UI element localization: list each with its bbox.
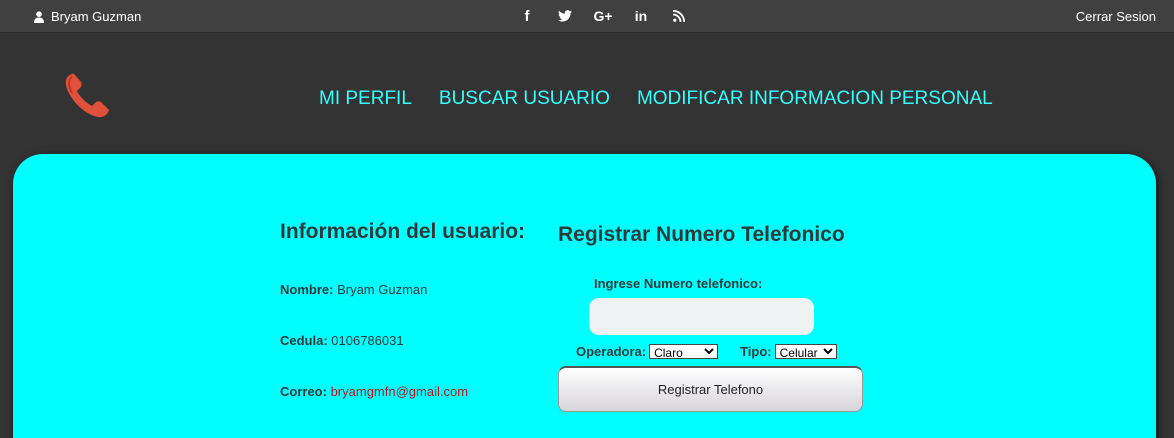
cedula-row: Cedula: 0106786031 — [280, 333, 404, 348]
correo-value[interactable]: bryamgmfn@gmail.com — [331, 384, 468, 399]
social-links: f G+ in — [508, 7, 698, 25]
phone-number-input[interactable] — [589, 298, 814, 335]
register-phone-title: Registrar Numero Telefonico — [558, 223, 845, 246]
operadora-label: Operadora: — [576, 344, 647, 359]
cedula-value: 0106786031 — [331, 333, 404, 348]
name-row: Nombre: Bryam Guzman — [280, 282, 427, 297]
google-plus-icon[interactable]: G+ — [584, 7, 622, 25]
register-phone-button[interactable]: Registrar Telefono — [558, 366, 863, 412]
nav-modificar-informacion[interactable]: MODIFICAR INFORMACION PERSONAL — [637, 88, 993, 110]
user-info-title: Información del usuario: — [280, 220, 526, 243]
logout-link[interactable]: Cerrar Sesion — [1076, 9, 1156, 24]
phone-icon — [60, 71, 112, 126]
tipo-label: Tipo: — [740, 344, 772, 359]
facebook-icon[interactable]: f — [508, 7, 546, 25]
user-info: Bryam Guzman — [34, 9, 141, 24]
user-name: Bryam Guzman — [51, 9, 142, 24]
header: MI PERFIL BUSCAR USUARIO MODIFICAR INFOR… — [0, 33, 1174, 154]
main-panel: Información del usuario: Nombre: Bryam G… — [13, 154, 1156, 438]
operator-type-row: Operadora: Claro Tipo: Celular — [576, 344, 837, 359]
correo-row: Correo: bryamgmfn@gmail.com — [280, 384, 468, 399]
top-bar: Bryam Guzman f G+ in Cerrar Sesion — [0, 0, 1174, 33]
main-nav: MI PERFIL BUSCAR USUARIO MODIFICAR INFOR… — [319, 88, 1020, 110]
name-value: Bryam Guzman — [337, 282, 428, 297]
user-icon — [34, 10, 44, 23]
operadora-select[interactable]: Claro — [649, 344, 719, 359]
tipo-select[interactable]: Celular — [774, 344, 837, 359]
rss-icon[interactable] — [660, 7, 698, 25]
phone-input-label: Ingrese Numero telefonico: — [594, 276, 763, 291]
cedula-label: Cedula: — [280, 333, 328, 348]
nav-buscar-usuario[interactable]: BUSCAR USUARIO — [439, 88, 610, 110]
twitter-icon[interactable] — [546, 7, 584, 25]
linkedin-icon[interactable]: in — [622, 7, 660, 25]
name-label: Nombre: — [280, 282, 334, 297]
correo-label: Correo: — [280, 384, 327, 399]
nav-mi-perfil[interactable]: MI PERFIL — [319, 88, 412, 110]
